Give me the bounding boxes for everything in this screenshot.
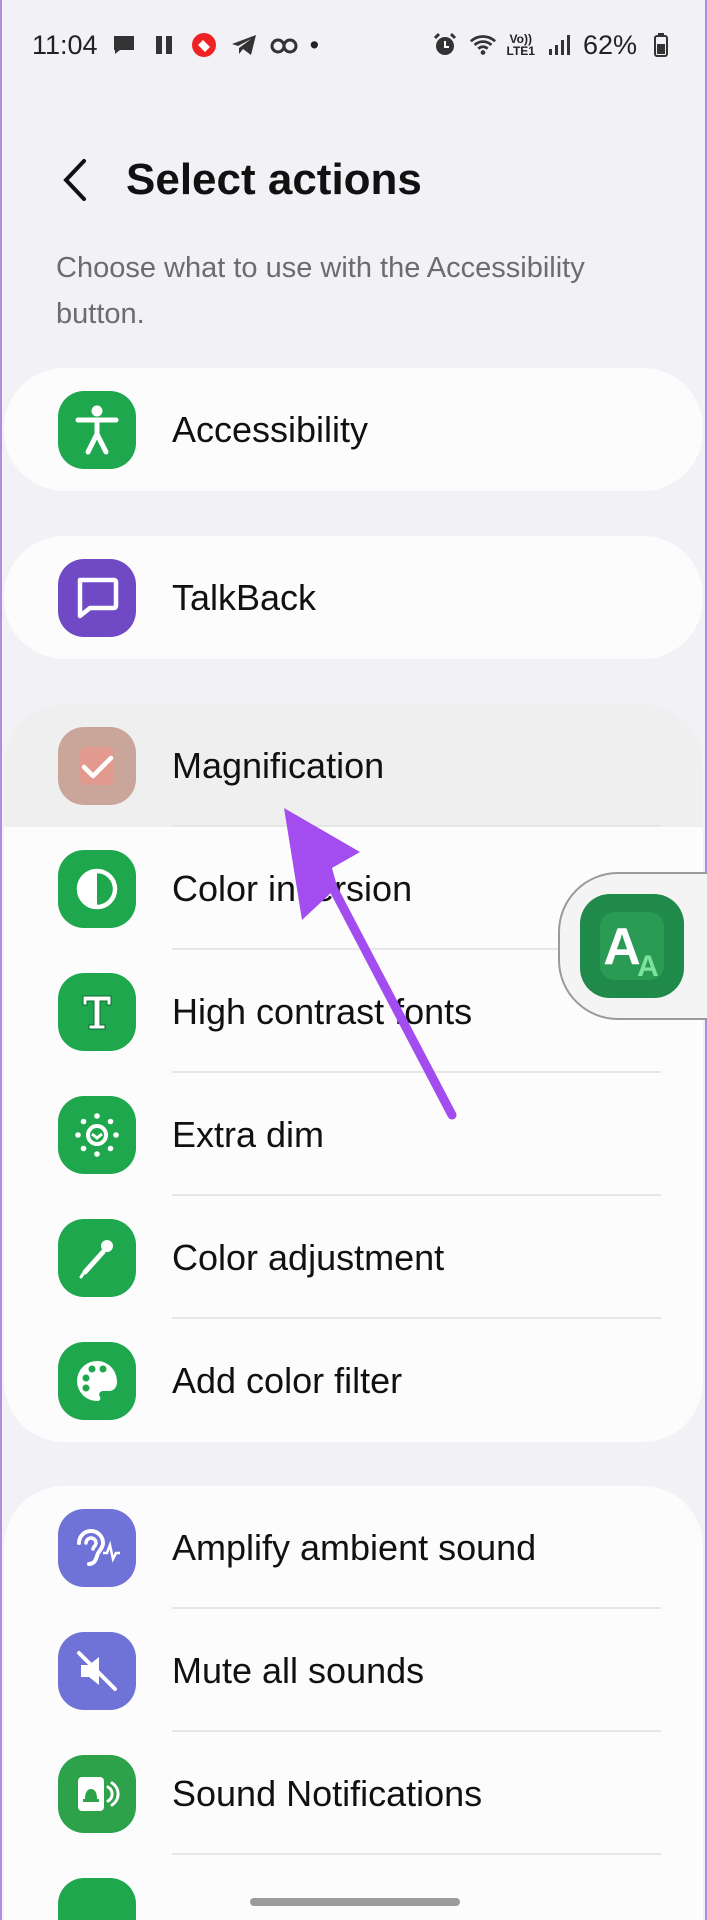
- back-button[interactable]: [50, 145, 100, 215]
- annotation-arrow: [284, 808, 457, 1120]
- message-icon: [110, 31, 138, 59]
- color-adjustment-icon: [58, 1218, 136, 1297]
- high-contrast-fonts-icon: [58, 972, 136, 1051]
- glasses-icon: [270, 31, 298, 59]
- sound-notifications-icon: [58, 1754, 136, 1833]
- magnification-icon: [58, 726, 136, 805]
- float-letter-small: A: [637, 950, 659, 983]
- battery-percent: 62%: [582, 29, 637, 60]
- action-amplify-ambient-sound[interactable]: Amplify ambient sound: [4, 1486, 703, 1609]
- action-label: Magnification: [172, 744, 385, 786]
- chevron-left-icon: [63, 159, 86, 201]
- action-label: Amplify ambient sound: [172, 1526, 537, 1568]
- action-label: Sound Notifications: [172, 1772, 483, 1814]
- action-label: Accessibility: [172, 408, 369, 450]
- action-label: Add color filter: [172, 1359, 403, 1401]
- color-filter-icon: [58, 1341, 136, 1420]
- accessibility-icon: [58, 390, 136, 469]
- talkback-icon: [58, 558, 136, 637]
- floating-accessibility-button[interactable]: A A: [558, 872, 707, 1020]
- screen: 11:04 • Vo)) LTE1 62% Select actions Cho…: [0, 0, 707, 1920]
- action-group-1: Accessibility: [4, 368, 703, 491]
- alarm-icon: [431, 31, 459, 59]
- extra-dim-icon: [58, 1095, 136, 1174]
- mute-icon: [58, 1631, 136, 1710]
- network-type: Vo)) LTE1: [506, 32, 535, 58]
- signal-icon: [545, 31, 573, 59]
- float-letter-big: A: [603, 918, 641, 976]
- page-title: Select actions: [126, 155, 422, 204]
- partial-item-icon: [58, 1877, 136, 1920]
- app-badge-icon: [190, 31, 218, 59]
- amplify-sound-icon: [58, 1508, 136, 1587]
- action-label: TalkBack: [172, 576, 317, 618]
- home-indicator[interactable]: [250, 1898, 460, 1906]
- accessibility-floating-icon: A A: [580, 894, 684, 998]
- action-talkback[interactable]: TalkBack: [4, 536, 703, 659]
- action-mute-all-sounds[interactable]: Mute all sounds: [4, 1609, 703, 1732]
- action-label: Color adjustment: [172, 1236, 445, 1278]
- status-time: 11:04: [32, 29, 98, 60]
- status-bar: 11:04 • Vo)) LTE1 62%: [2, 0, 705, 90]
- battery-icon: [647, 31, 675, 59]
- telegram-icon: [230, 31, 258, 59]
- app-bar: Select actions: [2, 140, 705, 220]
- action-partially-visible[interactable]: [4, 1855, 703, 1920]
- wifi-icon: [469, 31, 497, 59]
- description-text: Choose what to use with the Accessibilit…: [56, 252, 585, 330]
- action-label: Mute all sounds: [172, 1649, 425, 1691]
- action-group-4: Amplify ambient sound Mute all sounds So…: [4, 1486, 703, 1920]
- pause-icon: [150, 31, 178, 59]
- action-color-adjustment[interactable]: Color adjustment: [4, 1196, 703, 1319]
- action-sound-notifications[interactable]: Sound Notifications: [4, 1732, 703, 1855]
- action-group-2: TalkBack: [4, 536, 703, 659]
- action-add-color-filter[interactable]: Add color filter: [4, 1319, 703, 1442]
- color-inversion-icon: [58, 849, 136, 928]
- status-dot: •: [309, 29, 320, 60]
- action-accessibility[interactable]: Accessibility: [4, 368, 703, 491]
